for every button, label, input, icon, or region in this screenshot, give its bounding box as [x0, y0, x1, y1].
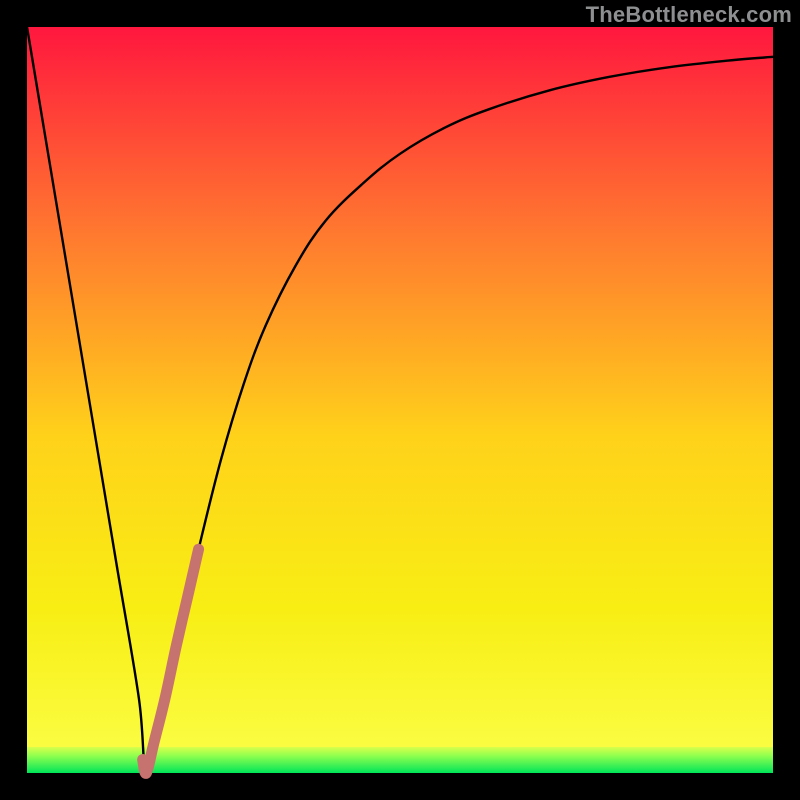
plot-background	[27, 27, 773, 773]
watermark-text: TheBottleneck.com	[586, 2, 792, 28]
bottleneck-chart	[0, 0, 800, 800]
chart-stage: TheBottleneck.com	[0, 0, 800, 800]
